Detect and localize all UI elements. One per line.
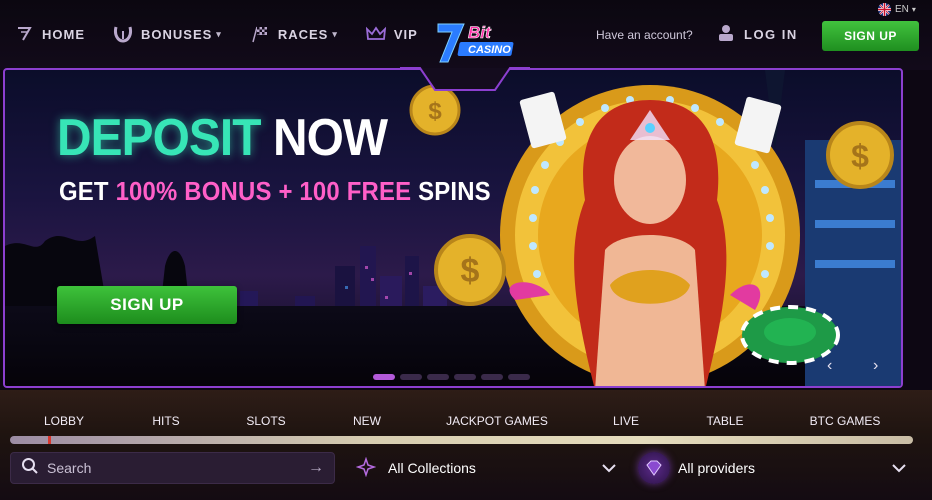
nav-vip[interactable]: VIP (365, 24, 418, 44)
horseshoe-icon (113, 24, 133, 44)
nav-races-label: RACES (277, 26, 329, 42)
active-tab-indicator (48, 436, 51, 444)
user-icon (718, 24, 734, 45)
search-input[interactable] (47, 460, 297, 476)
slider-dot[interactable] (454, 374, 476, 380)
main-nav: HOME BONUSES ▾ RACES ▾ VIP (14, 24, 446, 44)
providers-label: All providers (678, 460, 756, 476)
game-category-tabs: LOBBY HITS SLOTS NEW JACKPOT GAMES LIVE … (0, 414, 932, 434)
login-label: LOG IN (744, 27, 798, 42)
nav-home-label: HOME (42, 26, 85, 42)
slider-next-arrow-icon[interactable]: › (873, 357, 878, 375)
7bit-casino-logo[interactable]: Bit CASINO (434, 18, 522, 64)
diamond-icon (638, 452, 670, 484)
games-filter-section: LOBBY HITS SLOTS NEW JACKPOT GAMES LIVE … (0, 390, 932, 500)
chevron-down-icon: ▾ (911, 5, 916, 14)
top-header: HOME BONUSES ▾ RACES ▾ VIP Bit CASINO EN… (0, 0, 932, 70)
nav-home[interactable]: HOME (14, 24, 85, 44)
crown-icon (365, 24, 386, 44)
slider-dot[interactable] (508, 374, 530, 380)
slider-dot[interactable] (427, 374, 449, 380)
subtitle-prefix: GET (59, 176, 116, 206)
promo-banner[interactable]: DEPOSIT NOW GET 100% BONUS + 100 FREE SP… (3, 68, 903, 388)
sparkle-icon (355, 456, 377, 480)
chevron-down-icon: ▾ (216, 28, 222, 39)
tab-new[interactable]: NEW (353, 414, 381, 428)
seven-icon (14, 24, 34, 44)
collections-label: All Collections (388, 460, 476, 476)
login-button[interactable]: LOG IN (718, 24, 798, 45)
language-selector[interactable]: EN ▾ (878, 3, 916, 16)
tab-live[interactable]: LIVE (613, 414, 639, 428)
svg-text:$: $ (851, 138, 869, 174)
nav-races[interactable]: RACES ▾ (250, 24, 338, 44)
tab-table[interactable]: TABLE (706, 414, 743, 428)
slider-dots (373, 374, 535, 380)
slider-dot[interactable] (373, 374, 395, 380)
search-box[interactable]: → (10, 452, 335, 484)
search-icon (21, 457, 39, 480)
chevron-down-icon: ▾ (332, 28, 338, 39)
casino-character-illustration: $ $ $ (409, 70, 901, 386)
casino-page: HOME BONUSES ▾ RACES ▾ VIP Bit CASINO EN… (0, 0, 932, 500)
have-account-text: Have an account? (596, 28, 693, 42)
tab-hits[interactable]: HITS (152, 414, 179, 428)
tab-slots[interactable]: SLOTS (246, 414, 285, 428)
slider-dot[interactable] (481, 374, 503, 380)
header-signup-button[interactable]: SIGN UP (822, 21, 919, 51)
checkered-flag-icon (250, 24, 270, 44)
tab-btc-games[interactable]: BTC GAMES (810, 414, 881, 428)
language-label: EN (895, 4, 909, 15)
tab-jackpot-games[interactable]: JACKPOT GAMES (446, 414, 548, 428)
tabs-scroll-track[interactable] (10, 436, 913, 444)
svg-text:$: $ (461, 252, 480, 290)
nav-bonuses[interactable]: BONUSES ▾ (113, 24, 222, 44)
banner-signup-button[interactable]: SIGN UP (57, 286, 237, 324)
arrow-right-icon[interactable]: → (308, 459, 324, 477)
banner-title: DEPOSIT NOW (57, 109, 388, 167)
svg-text:CASINO: CASINO (468, 44, 511, 56)
slider-dot[interactable] (400, 374, 422, 380)
tab-lobby[interactable]: LOBBY (44, 414, 84, 428)
svg-text:$: $ (428, 98, 442, 125)
nav-bonuses-label: BONUSES (141, 26, 213, 42)
subtitle-bonus: 100% BONUS + 100 FREE (115, 176, 412, 206)
svg-text:Bit: Bit (468, 23, 492, 42)
collections-dropdown[interactable]: All Collections (355, 452, 618, 484)
uk-flag-icon (878, 3, 891, 16)
nav-vip-label: VIP (393, 26, 418, 42)
chevron-down-icon (892, 464, 906, 473)
slider-prev-arrow-icon[interactable]: ‹ (827, 357, 832, 375)
banner-notch-decoration (400, 67, 530, 91)
chevron-down-icon (602, 464, 616, 473)
banner-title-highlight: DEPOSIT (57, 109, 261, 167)
banner-title-rest: NOW (272, 109, 388, 167)
providers-dropdown[interactable]: All providers (638, 448, 908, 488)
